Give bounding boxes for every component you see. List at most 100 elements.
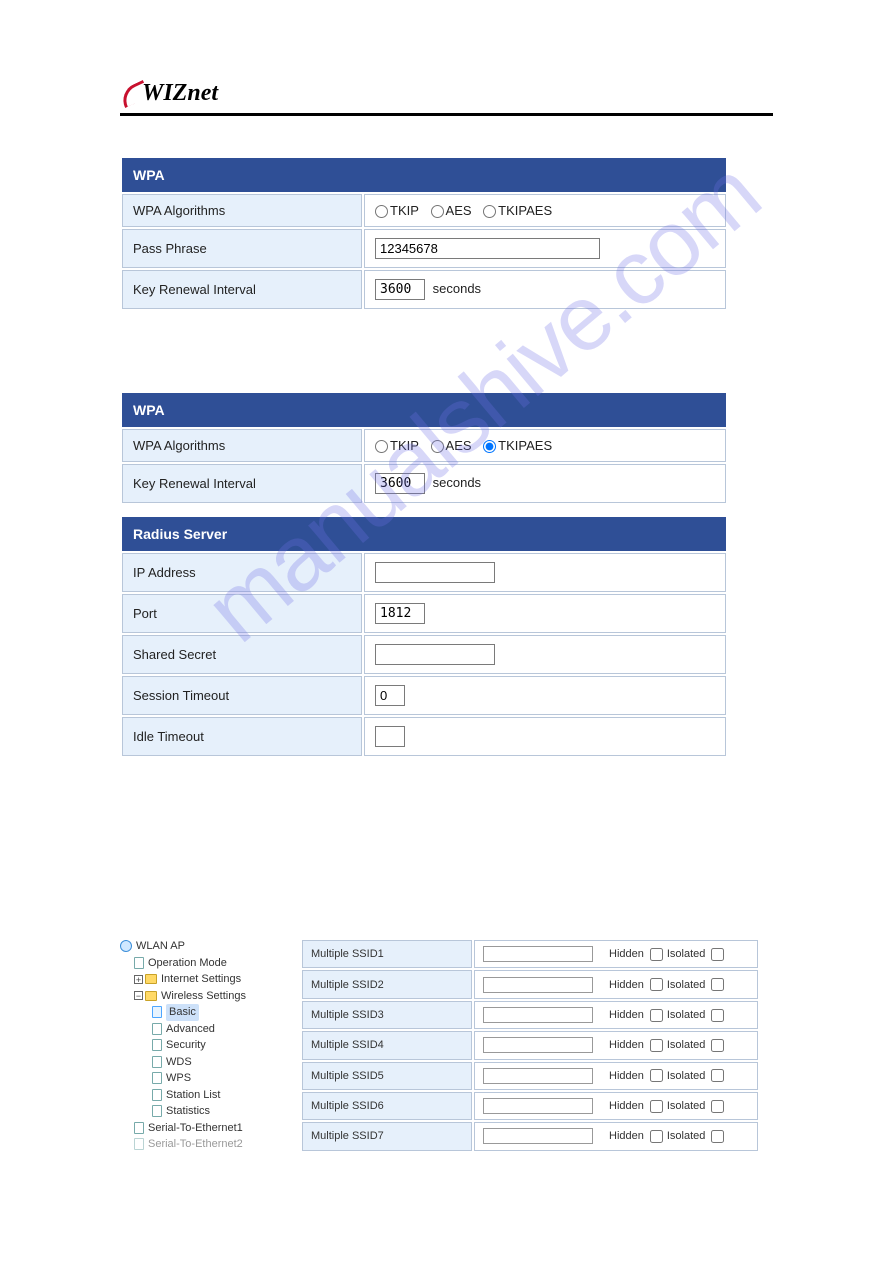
wpa2-tkipaes-option[interactable]: TKIPAES [483,438,552,453]
ssid-input[interactable] [483,946,593,962]
wpa1-renew-label: Key Renewal Interval [122,270,362,309]
hidden-label: Hidden [609,1070,644,1082]
hidden-label: Hidden [609,1039,644,1051]
isolated-checkbox[interactable] [711,978,724,991]
wpa-panel-1: WPA WPA Algorithms TKIP AES TKIPAES Pass… [120,156,728,311]
hidden-checkbox[interactable] [650,1100,663,1113]
isolated-label: Isolated [667,1100,706,1112]
tree-basic-label: Basic [166,1004,199,1021]
tree-root-label: WLAN AP [136,938,185,955]
hidden-checkbox[interactable] [650,978,663,991]
ssid-input[interactable] [483,1007,593,1023]
wpa2-tkipaes-label: TKIPAES [498,438,552,453]
wpa1-header: WPA [122,158,726,192]
isolated-checkbox[interactable] [711,1069,724,1082]
radius-panel: Radius Server IP Address Port Shared Sec… [120,515,728,758]
tree-root[interactable]: WLAN AP [120,938,280,955]
tree-wireless[interactable]: −Wireless Settings [120,988,280,1005]
radius-idle-label: Idle Timeout [122,717,362,756]
wpa2-renew-cell: seconds [364,464,726,503]
ssid-label: Multiple SSID7 [302,1122,472,1150]
wpa1-tkip-label: TKIP [390,203,419,218]
wpa1-aes-option[interactable]: AES [431,203,472,218]
ssid-row: Multiple SSID1 Hidden Isolated [302,940,758,968]
isolated-checkbox[interactable] [711,1039,724,1052]
wpa1-tkipaes-radio[interactable] [483,205,496,218]
wpa2-aes-option[interactable]: AES [431,438,472,453]
ssid-input[interactable] [483,1128,593,1144]
tree-op-mode[interactable]: Operation Mode [120,955,280,972]
tree-s2e2[interactable]: Serial-To-Ethernet2 [120,1136,280,1153]
wpa2-aes-radio[interactable] [431,440,444,453]
radius-idle-input[interactable] [375,726,405,747]
pass-phrase-input[interactable] [375,238,600,259]
isolated-checkbox[interactable] [711,948,724,961]
wpa1-tkip-radio[interactable] [375,205,388,218]
isolated-label: Isolated [667,1070,706,1082]
hidden-checkbox[interactable] [650,948,663,961]
doc-icon [152,1023,162,1035]
isolated-label: Isolated [667,948,706,960]
ssid-label: Multiple SSID4 [302,1031,472,1059]
wpa1-tkipaes-option[interactable]: TKIPAES [483,203,552,218]
isolated-checkbox[interactable] [711,1009,724,1022]
wpa1-aes-radio[interactable] [431,205,444,218]
wpa1-tkip-option[interactable]: TKIP [375,203,419,218]
isolated-label: Isolated [667,1130,706,1142]
tree-internet-label: Internet Settings [161,971,241,988]
wpa2-aes-label: AES [446,438,472,453]
ssid-row: Multiple SSID6HiddenIsolated [302,1092,758,1120]
doc-icon [152,1006,162,1018]
isolated-checkbox[interactable] [711,1130,724,1143]
collapse-icon[interactable]: − [134,991,143,1000]
ssid-input[interactable] [483,977,593,993]
hidden-checkbox[interactable] [650,1130,663,1143]
ssid-value-cell: HiddenIsolated [474,1001,758,1029]
tree-wds[interactable]: WDS [120,1054,280,1071]
hidden-checkbox[interactable] [650,1009,663,1022]
ssid-label: Multiple SSID6 [302,1092,472,1120]
tree-wps[interactable]: WPS [120,1070,280,1087]
hidden-checkbox[interactable] [650,1069,663,1082]
ssid-value-cell: HiddenIsolated [474,1092,758,1120]
wpa1-tkipaes-label: TKIPAES [498,203,552,218]
globe-icon [120,940,132,952]
ssid-row: Multiple SSID2HiddenIsolated [302,970,758,998]
ssid-input[interactable] [483,1098,593,1114]
key-renewal-input[interactable] [375,279,425,300]
hidden-label: Hidden [609,1009,644,1021]
radius-port-label: Port [122,594,362,633]
tree-stats[interactable]: Statistics [120,1103,280,1120]
ssid-input[interactable] [483,1037,593,1053]
doc-icon [152,1056,162,1068]
radius-port-input[interactable] [375,603,425,624]
ssid-value-cell: Hidden Isolated [474,940,758,968]
wpa2-tkip-radio[interactable] [375,440,388,453]
hidden-label: Hidden [609,948,644,960]
ssid-row: Multiple SSID7HiddenIsolated [302,1122,758,1150]
radius-sess-input[interactable] [375,685,405,706]
key-renewal-input-2[interactable] [375,473,425,494]
doc-icon [134,957,144,969]
tree-security[interactable]: Security [120,1037,280,1054]
tree-basic[interactable]: Basic [120,1004,280,1021]
tree-internet[interactable]: + Internet Settings [120,971,280,988]
expand-icon[interactable]: + [134,975,143,984]
wpa1-pass-cell [364,229,726,268]
tree-s2e1[interactable]: Serial-To-Ethernet1 [120,1120,280,1137]
wpa1-renew-cell: seconds [364,270,726,309]
wpa2-tkipaes-radio[interactable] [483,440,496,453]
radius-ip-input[interactable] [375,562,495,583]
tree-advanced[interactable]: Advanced [120,1021,280,1038]
isolated-checkbox[interactable] [711,1100,724,1113]
ssid-input[interactable] [483,1068,593,1084]
wpa2-header: WPA [122,393,726,427]
tree-station[interactable]: Station List [120,1087,280,1104]
hidden-checkbox[interactable] [650,1039,663,1052]
ssid-label: Multiple SSID1 [302,940,472,968]
radius-secret-input[interactable] [375,644,495,665]
wpa2-renew-label: Key Renewal Interval [122,464,362,503]
ssid-value-cell: HiddenIsolated [474,1122,758,1150]
ssid-row: Multiple SSID5HiddenIsolated [302,1062,758,1090]
wpa2-tkip-option[interactable]: TKIP [375,438,419,453]
